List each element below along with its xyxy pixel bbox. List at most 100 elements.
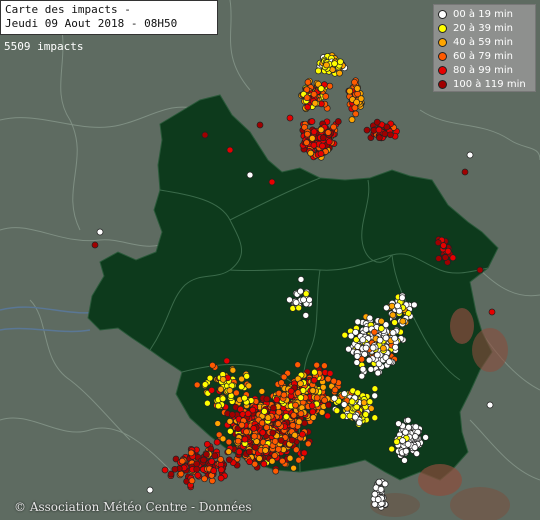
copyright-text: © Association Météo Centre - Données: [14, 500, 252, 514]
strike-marker: [258, 388, 266, 395]
strike-marker: [323, 61, 330, 69]
strike-marker: [261, 408, 268, 415]
strike-marker: [413, 450, 421, 457]
strike-marker: [321, 362, 328, 370]
strike-marker: [309, 414, 317, 421]
strike-marker: [259, 429, 267, 436]
strike-marker: [333, 407, 341, 414]
strike-marker: [308, 134, 316, 142]
strike-marker: [308, 402, 316, 410]
strike-marker: [353, 98, 360, 106]
strike-marker: [264, 414, 272, 422]
strike-marker: [256, 121, 264, 129]
strike-marker: [365, 356, 373, 364]
strike-marker: [226, 427, 234, 435]
legend-label: 40 à 59 min: [453, 36, 513, 48]
strike-marker: [91, 241, 99, 249]
strike-marker: [194, 471, 202, 479]
strike-marker: [381, 130, 389, 138]
strike-marker: [311, 368, 318, 376]
strike-marker: [376, 336, 384, 344]
strike-marker: [219, 435, 227, 443]
strike-marker: [341, 390, 348, 398]
strike-marker: [404, 416, 412, 424]
strike-marker: [313, 361, 321, 369]
strike-marker: [383, 304, 390, 312]
legend-item: 80 à 99 min: [438, 63, 535, 77]
strike-marker: [377, 486, 385, 493]
strike-marker: [435, 255, 443, 262]
strike-marker: [319, 383, 327, 391]
strike-marker: [402, 447, 410, 455]
strike-marker: [208, 477, 216, 485]
strike-marker: [271, 438, 279, 445]
strike-marker: [375, 126, 383, 134]
strike-marker: [311, 99, 319, 107]
strike-marker: [263, 395, 271, 403]
strike-marker: [250, 425, 258, 432]
strike-marker: [358, 372, 366, 380]
strike-marker: [391, 334, 399, 342]
strike-marker: [376, 134, 383, 142]
strike-marker: [272, 467, 280, 475]
strike-marker: [304, 78, 312, 86]
strike-marker: [286, 296, 293, 304]
strike-marker: [302, 290, 310, 298]
strike-marker: [394, 302, 401, 310]
strike-marker: [304, 440, 312, 448]
strike-marker: [366, 314, 374, 322]
legend-item: 60 à 79 min: [438, 49, 535, 63]
strike-marker: [317, 85, 325, 92]
strike-marker: [331, 386, 339, 394]
strike-marker: [96, 228, 104, 236]
strike-marker: [355, 419, 363, 427]
legend-label: 00 à 19 min: [453, 8, 513, 20]
strike-marker: [301, 419, 308, 427]
strike-marker: [359, 336, 367, 344]
strike-marker: [371, 414, 379, 422]
strike-marker: [363, 126, 371, 134]
map-date: Jeudi 09 Aout 2018 - 08H50: [5, 17, 178, 30]
strike-marker: [201, 475, 208, 483]
strike-marker: [208, 458, 216, 465]
map-title-box: Carte des impacts - Jeudi 09 Aout 2018 -…: [0, 0, 218, 35]
strike-marker: [383, 123, 391, 131]
strike-marker: [292, 299, 300, 306]
strike-marker: [238, 383, 245, 391]
strike-marker: [304, 130, 311, 138]
strike-marker: [353, 85, 361, 92]
strike-marker: [387, 131, 394, 139]
strike-marker: [219, 395, 227, 403]
strike-marker: [246, 448, 253, 456]
legend-item: 00 à 19 min: [438, 7, 535, 21]
strike-marker: [225, 438, 233, 446]
strike-marker: [377, 325, 385, 332]
strike-marker: [310, 141, 318, 149]
strike-marker: [219, 376, 227, 383]
strike-marker: [366, 398, 374, 406]
strike-marker: [294, 361, 302, 369]
strike-marker: [246, 171, 254, 179]
strike-marker: [346, 87, 354, 95]
strike-marker: [374, 496, 382, 503]
strike-marker: [385, 358, 393, 366]
strike-marker: [290, 464, 297, 472]
strike-marker: [300, 449, 308, 457]
strike-marker: [235, 448, 243, 456]
strike-marker: [295, 456, 303, 464]
legend-item: 40 à 59 min: [438, 35, 535, 49]
strike-marker: [306, 296, 313, 304]
strike-marker: [382, 334, 390, 342]
legend-label: 60 à 79 min: [453, 50, 513, 62]
strike-marker: [277, 437, 285, 444]
strike-marker: [336, 69, 343, 77]
strike-marker: [324, 375, 332, 383]
strike-marker: [324, 412, 331, 420]
strike-marker: [348, 116, 356, 123]
strike-marker: [330, 377, 338, 385]
strike-marker: [244, 410, 252, 417]
strike-marker: [373, 351, 381, 359]
strike-marker: [279, 457, 286, 465]
strike-marker: [339, 412, 347, 420]
strike-marker: [245, 382, 253, 390]
